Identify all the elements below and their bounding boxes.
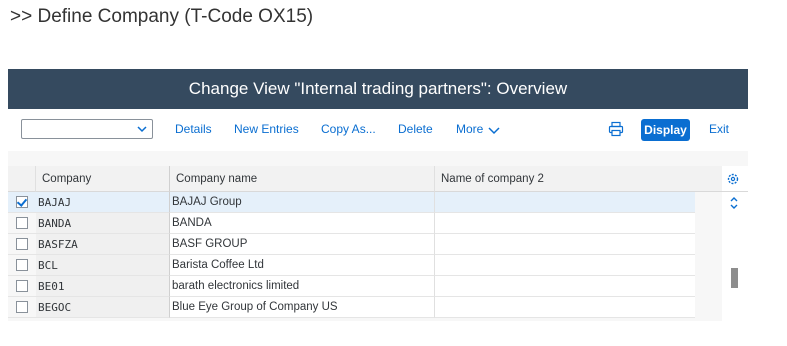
row-selector[interactable]: [8, 255, 36, 276]
display-button[interactable]: Display: [641, 119, 690, 141]
exit-button[interactable]: Exit: [709, 122, 729, 136]
checkbox-icon[interactable]: [16, 196, 28, 208]
checkbox-icon[interactable]: [16, 238, 28, 250]
scrollbar-thumb[interactable]: [731, 268, 738, 288]
row-selector[interactable]: [8, 234, 36, 255]
column-header-label: Company: [42, 172, 92, 185]
variant-select[interactable]: [21, 119, 153, 139]
company-name-2-cell[interactable]: [435, 297, 695, 318]
column-header-name-of-company-2[interactable]: Name of company 2: [435, 166, 722, 192]
row-selector[interactable]: [8, 276, 36, 297]
chevron-down-icon: [137, 126, 147, 133]
table-row[interactable]: BAJAJ BAJAJ Group: [8, 192, 722, 213]
display-label: Display: [644, 123, 687, 137]
vertical-scrollbar[interactable]: [722, 192, 748, 321]
column-header-company[interactable]: Company: [36, 166, 170, 192]
more-label: More: [456, 122, 484, 136]
copy-as-button[interactable]: Copy As...: [321, 122, 376, 136]
settings-icon[interactable]: [726, 172, 740, 186]
delete-button[interactable]: Delete: [398, 122, 433, 136]
data-table: Company Company name Name of company 2 B…: [8, 151, 748, 321]
window-title-bar: Change View "Internal trading partners":…: [8, 69, 748, 109]
company-name-cell[interactable]: BANDA: [170, 213, 435, 234]
checkbox-icon[interactable]: [16, 217, 28, 229]
column-header-label: Company name: [176, 172, 258, 185]
checkbox-icon[interactable]: [16, 301, 28, 313]
company-name-cell[interactable]: BAJAJ Group: [170, 192, 435, 213]
company-name-cell[interactable]: Blue Eye Group of Company US: [170, 297, 435, 318]
company-name-2-cell[interactable]: [435, 276, 695, 297]
company-code-cell[interactable]: BCL: [36, 255, 170, 276]
company-name-cell[interactable]: BASF GROUP: [170, 234, 435, 255]
company-name-2-cell[interactable]: [435, 192, 695, 213]
company-name-cell[interactable]: Barista Coffee Ltd: [170, 255, 435, 276]
more-button[interactable]: More: [456, 122, 500, 136]
table-row[interactable]: BANDA BANDA: [8, 213, 722, 234]
details-button[interactable]: Details: [175, 122, 212, 136]
row-selector[interactable]: [8, 213, 36, 234]
table-settings-header: [722, 166, 748, 192]
column-header-label: Name of company 2: [441, 172, 544, 185]
table-row[interactable]: BASFZA BASF GROUP: [8, 234, 722, 255]
company-name-2-cell[interactable]: [435, 255, 695, 276]
company-code-cell[interactable]: BASFZA: [36, 234, 170, 255]
new-entries-button[interactable]: New Entries: [234, 122, 299, 136]
company-name-2-cell[interactable]: [435, 234, 695, 255]
window-title: Change View "Internal trading partners":…: [188, 79, 568, 98]
select-all-header[interactable]: [8, 166, 36, 192]
table-row[interactable]: BE01 barath electronics limited: [8, 276, 722, 297]
scroll-up-down-icon[interactable]: [728, 195, 740, 211]
company-name-cell[interactable]: barath electronics limited: [170, 276, 435, 297]
print-icon[interactable]: [608, 121, 624, 137]
checkbox-icon[interactable]: [16, 259, 28, 271]
company-code-cell[interactable]: BANDA: [36, 213, 170, 234]
row-selector[interactable]: [8, 192, 36, 213]
company-code-cell[interactable]: BEGOC: [36, 297, 170, 318]
company-code-cell[interactable]: BE01: [36, 276, 170, 297]
company-code-cell[interactable]: BAJAJ: [36, 192, 170, 213]
company-name-2-cell[interactable]: [435, 213, 695, 234]
page-heading: >> Define Company (T-Code OX15): [10, 6, 314, 27]
row-selector[interactable]: [8, 297, 36, 318]
table-row[interactable]: BEGOC Blue Eye Group of Company US: [8, 297, 722, 318]
toolbar: Details New Entries Copy As... Delete Mo…: [8, 109, 748, 151]
chevron-down-icon: [488, 127, 500, 134]
column-header-company-name[interactable]: Company name: [170, 166, 435, 192]
checkbox-icon[interactable]: [16, 280, 28, 292]
table-row[interactable]: BCL Barista Coffee Ltd: [8, 255, 722, 276]
